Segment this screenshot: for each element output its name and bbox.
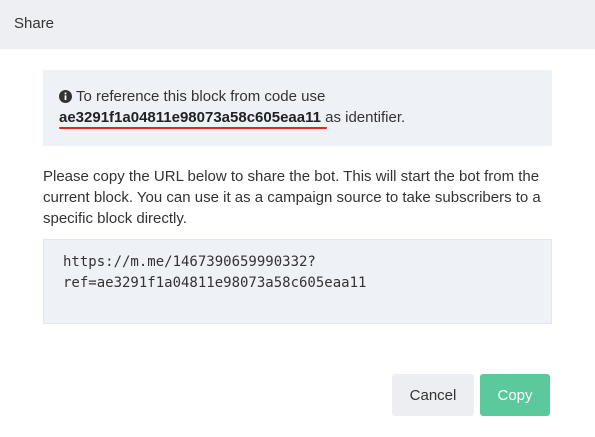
identifier-underline — [59, 127, 327, 129]
dialog-header: Share — [0, 0, 595, 49]
info-line: To reference this block from code use — [59, 88, 325, 105]
share-url-line1: https://m.me/1467390659990332? — [63, 254, 316, 270]
dialog-title: Share — [14, 15, 55, 32]
share-url-line2: ref=ae3291f1a04811e98073a58c605eaa11 — [63, 275, 367, 291]
info-text: To reference this block from code use — [76, 88, 326, 105]
share-url[interactable]: https://m.me/1467390659990332? ref=ae329… — [63, 252, 366, 294]
copy-button[interactable]: Copy — [480, 374, 550, 416]
identifier-suffix: as identifier. — [320, 109, 406, 126]
share-dialog: Share To reference this block from code … — [0, 0, 595, 437]
share-url-box[interactable]: https://m.me/1467390659990332? ref=ae329… — [43, 239, 552, 324]
share-description: Please copy the URL below to share the b… — [43, 168, 541, 227]
identifier-line: ae3291f1a04811e98073a58c605eaa11 as iden… — [59, 109, 405, 126]
info-box: To reference this block from code use ae… — [43, 70, 552, 146]
info-circle-icon — [59, 90, 72, 103]
cancel-button[interactable]: Cancel — [392, 374, 474, 416]
block-identifier[interactable]: ae3291f1a04811e98073a58c605eaa11 — [59, 109, 321, 126]
